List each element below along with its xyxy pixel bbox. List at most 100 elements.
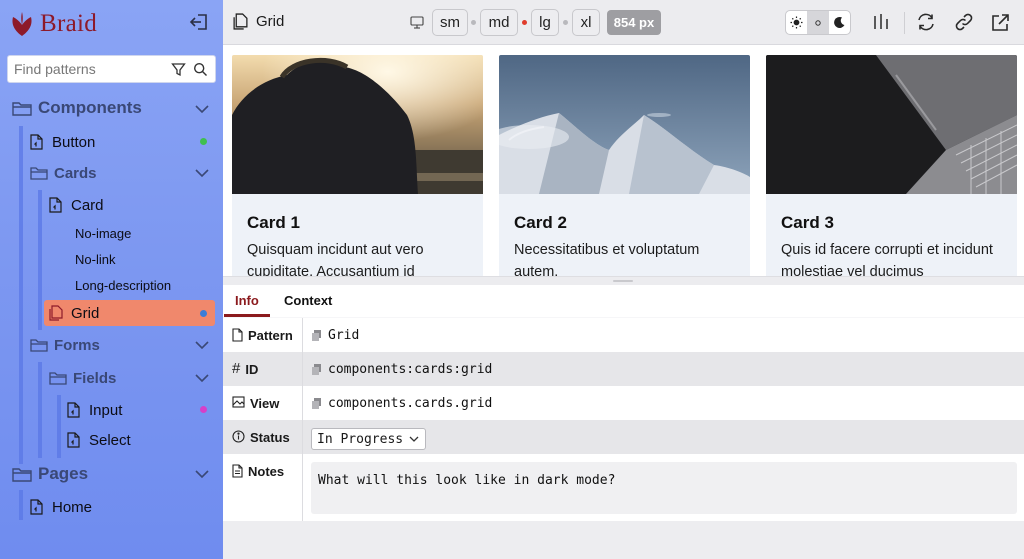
card-title: Card 3	[781, 213, 834, 232]
breakpoint-label: lg	[539, 14, 551, 31]
breakpoint-label: xl	[580, 14, 592, 31]
filter-icon[interactable]	[168, 59, 188, 79]
sidebar-item-label: Long-description	[75, 277, 172, 293]
sidebar: Braid Components Button	[0, 0, 223, 559]
sidebar-item-variant[interactable]: Long-description	[75, 272, 171, 298]
sidebar-group-forms[interactable]: Forms	[30, 332, 100, 358]
image-icon	[232, 396, 245, 408]
sidebar-group-label: Fields	[73, 369, 117, 387]
status-select[interactable]: In Progress	[311, 428, 426, 450]
card[interactable]: Card 1 Quisquam incidunt aut vero cupidi…	[232, 55, 483, 276]
sidebar-group-label: Pages	[38, 464, 89, 483]
sidebar-item-button[interactable]: Button	[30, 129, 95, 155]
copy-icon[interactable]	[311, 363, 322, 376]
info-tabs: Info Context	[223, 285, 1024, 317]
info-label: Pattern	[223, 318, 303, 352]
breakpoint-separator	[471, 20, 476, 25]
file-icon	[30, 133, 46, 151]
moon-icon[interactable]	[829, 11, 850, 34]
view-path-value: components.cards.grid	[328, 396, 493, 411]
brand[interactable]: Braid	[10, 8, 97, 40]
status-select-value: In Progress	[317, 431, 404, 447]
toolbar-title: Grid	[233, 13, 284, 30]
breakpoint-md-button[interactable]: md	[480, 9, 518, 36]
sidebar-item-home[interactable]: Home	[30, 494, 92, 520]
notes-textarea[interactable]: What will this look like in dark mode?	[311, 462, 1017, 514]
sidebar-item-label: Select	[89, 431, 131, 449]
sidebar-item-variant[interactable]: No-image	[75, 220, 131, 246]
link-icon[interactable]	[953, 11, 975, 33]
info-row-id: # ID components:cards:grid	[223, 352, 1024, 386]
breakpoint-label: md	[488, 14, 510, 31]
viewport-width-badge: 854 px	[607, 10, 661, 35]
breakpoint-xl-button[interactable]: xl	[572, 9, 600, 36]
card-image	[766, 55, 1017, 194]
card-image	[232, 55, 483, 194]
status-dot	[200, 138, 207, 145]
card-image	[499, 55, 750, 194]
info-row-notes: Notes What will this look like in dark m…	[223, 454, 1024, 521]
tab-info[interactable]: Info	[235, 293, 259, 308]
info-label: Status	[223, 420, 303, 454]
sidebar-group-cards[interactable]: Cards	[30, 160, 97, 186]
copy-icon[interactable]	[311, 329, 322, 342]
info-label-text: View	[250, 396, 280, 411]
sidebar-group-pages[interactable]: Pages	[12, 461, 88, 487]
search-input[interactable]	[8, 57, 166, 81]
chevron-down-icon[interactable]	[194, 373, 210, 383]
card[interactable]: Card 3 Quis id facere corrupti et incidu…	[766, 55, 1017, 276]
file-icon	[67, 401, 83, 419]
chevron-down-icon[interactable]	[194, 469, 210, 479]
sidebar-item-input[interactable]: Input	[67, 397, 122, 423]
tab-context[interactable]: Context	[284, 293, 332, 308]
card[interactable]: Card 2 Necessitatibus et voluptatum aute…	[499, 55, 750, 276]
copy-icon[interactable]	[311, 397, 322, 410]
sidebar-item-variant[interactable]: No-link	[75, 246, 115, 272]
sidebar-group-components[interactable]: Components	[12, 95, 142, 121]
measure-icon[interactable]	[870, 11, 892, 33]
chevron-down-icon	[409, 436, 419, 442]
collapse-sidebar-icon[interactable]	[188, 11, 210, 33]
sidebar-item-label: Grid	[71, 304, 100, 322]
brand-name: Braid	[40, 10, 98, 37]
card-title: Card 2	[514, 213, 567, 232]
sidebar-group-label: Forms	[54, 336, 100, 354]
device-icon	[410, 16, 424, 29]
resize-grip-icon[interactable]	[613, 280, 633, 282]
chevron-down-icon[interactable]	[194, 168, 210, 178]
info-value: components.cards.grid	[311, 396, 492, 411]
breakpoint-label: sm	[440, 14, 460, 31]
external-link-icon[interactable]	[989, 11, 1011, 33]
breakpoint-lg-button[interactable]: lg	[531, 9, 559, 36]
info-label: # ID	[223, 352, 303, 386]
chevron-down-icon[interactable]	[194, 340, 210, 350]
tab-info-underline	[224, 314, 270, 317]
info-label: Notes	[223, 454, 303, 521]
theme-toggle[interactable]	[785, 10, 851, 35]
file-icon	[67, 431, 83, 449]
sidebar-item-card[interactable]: Card	[49, 192, 104, 218]
search-icon[interactable]	[190, 59, 210, 79]
breakpoint-sm-button[interactable]: sm	[432, 9, 468, 36]
folder-open-icon	[12, 465, 32, 483]
sun-icon[interactable]	[786, 11, 807, 34]
folder-open-icon	[30, 336, 48, 354]
sidebar-group-fields[interactable]: Fields	[49, 365, 116, 391]
toolbar: Grid sm md lg xl 854 px	[223, 0, 1024, 45]
breakpoint-separator	[563, 20, 568, 25]
pattern-preview[interactable]: Card 1 Quisquam incidunt aut vero cupidi…	[223, 45, 1024, 276]
sidebar-item-grid[interactable]: Grid	[49, 300, 99, 326]
file-text-icon	[232, 464, 243, 478]
sidebar-item-label: No-link	[75, 251, 116, 267]
sidebar-item-label: Button	[52, 133, 96, 151]
tree-line	[19, 490, 23, 520]
chevron-down-icon[interactable]	[194, 104, 210, 114]
refresh-icon[interactable]	[915, 11, 937, 33]
sidebar-item-select[interactable]: Select	[67, 427, 131, 453]
pattern-name-value: Grid	[328, 328, 360, 343]
breakpoint-marker-dot	[522, 20, 527, 25]
sidebar-item-label: No-image	[75, 225, 132, 241]
auto-theme-icon[interactable]	[807, 11, 829, 34]
card-body: Quisquam incidunt aut vero cupiditate. A…	[247, 242, 424, 276]
card-body: Quis id facere corrupti et incidunt mole…	[781, 242, 993, 276]
